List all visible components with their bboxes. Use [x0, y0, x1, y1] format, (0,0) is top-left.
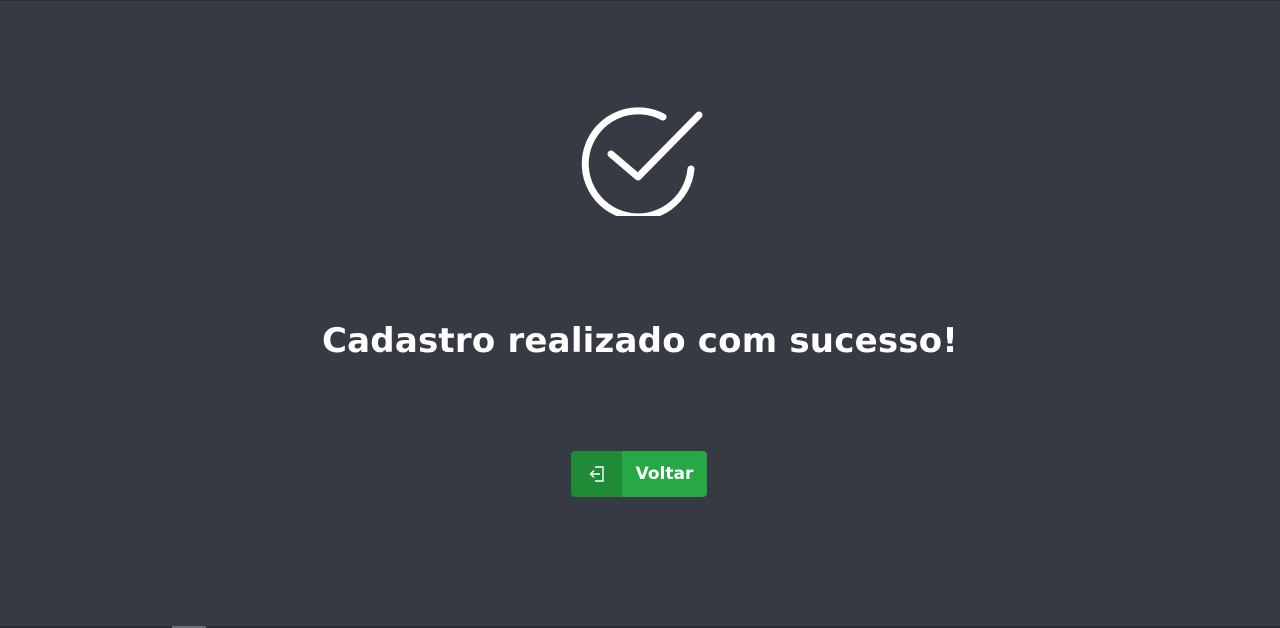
top-border — [0, 0, 1280, 1]
back-button-label[interactable]: Voltar — [622, 451, 707, 497]
check-circle-icon — [581, 107, 703, 216]
back-button-icon-area[interactable] — [571, 451, 622, 497]
sign-in-icon — [589, 466, 604, 482]
page-title: Cadastro realizado com sucesso! — [322, 321, 958, 361]
back-button[interactable]: Voltar — [571, 451, 707, 497]
